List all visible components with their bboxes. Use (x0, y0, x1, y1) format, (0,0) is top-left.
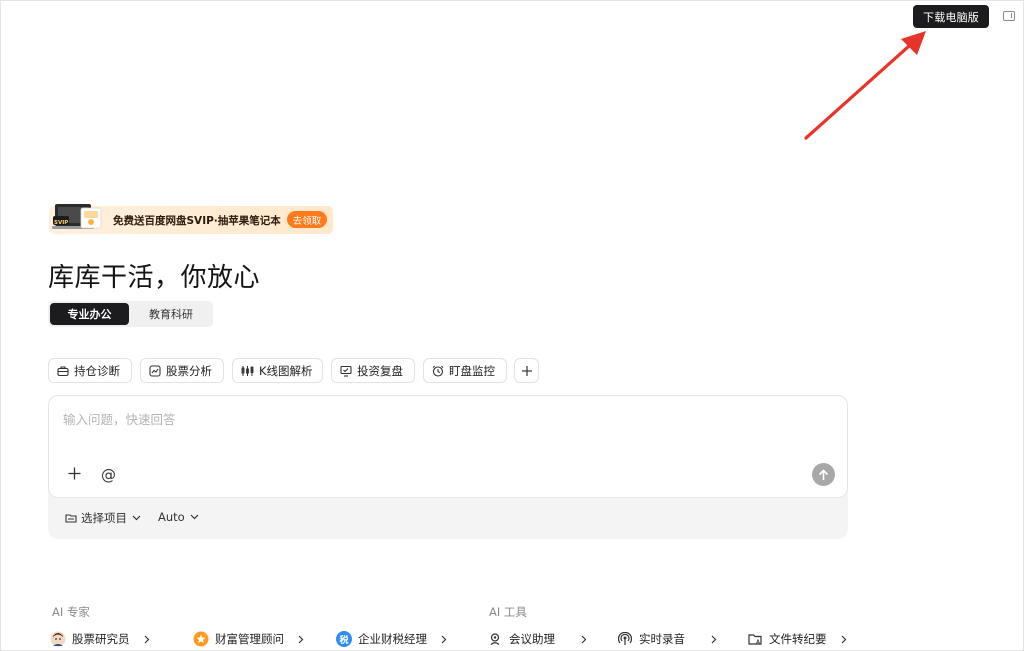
chip-stock-analysis[interactable]: 股票分析 (140, 358, 224, 383)
download-desktop-button[interactable]: 下载电脑版 (913, 5, 989, 28)
select-project-label: 选择项目 (81, 511, 127, 525)
model-select-dropdown[interactable]: Auto (158, 510, 199, 524)
chevron-right-icon (581, 635, 587, 643)
project-icon (65, 514, 77, 523)
page-title: 库库干活，你放心 (48, 263, 261, 293)
red-arrow-annotation (804, 31, 926, 140)
chevron-down-icon (190, 514, 199, 520)
chip-label: K线图解析 (259, 363, 313, 378)
chip-market-monitor[interactable]: 盯盘监控 (423, 358, 507, 383)
mention-at-icon[interactable]: @ (101, 466, 116, 484)
chevron-right-icon (441, 635, 447, 643)
tool-file-to-minutes[interactable]: A 文件转纪要 (747, 630, 847, 648)
chart-icon (149, 364, 161, 377)
chevron-right-icon (298, 635, 304, 643)
agent-label: 企业财税经理 (358, 632, 427, 646)
add-chip-button[interactable] (514, 358, 539, 383)
model-label: Auto (158, 510, 185, 524)
review-icon (340, 365, 352, 377)
candlestick-icon (241, 365, 254, 376)
app-window: 下载电脑版 SVIP 免费送百度网盘SVIP·抽苹果笔记本 去领取 库库干活，你… (0, 0, 1024, 651)
agent-label: 财富管理顾问 (215, 632, 284, 646)
chevron-right-icon (144, 635, 149, 643)
tax-manager-icon: 税 (336, 631, 352, 647)
attach-plus-icon[interactable] (68, 467, 81, 480)
meeting-assistant-icon (487, 631, 503, 647)
promo-banner[interactable]: SVIP 免费送百度网盘SVIP·抽苹果笔记本 去领取 (49, 204, 333, 234)
svg-text:A: A (756, 640, 760, 646)
plus-icon (521, 365, 532, 376)
agent-label: 股票研究员 (72, 632, 130, 646)
promo-text: 免费送百度网盘SVIP·抽苹果笔记本 (113, 215, 281, 227)
laptop-gift-icon (52, 204, 102, 229)
tool-label: 会议助理 (509, 632, 555, 646)
portfolio-icon (57, 365, 69, 376)
expert-wealth-advisor[interactable]: 财富管理顾问 (193, 630, 304, 648)
tool-label: 文件转纪要 (769, 632, 827, 646)
tab-education-research[interactable]: 教育科研 (131, 303, 211, 325)
ai-tools-label: AI 工具 (489, 605, 527, 619)
chip-label: 盯盘监控 (449, 363, 495, 378)
file-to-minutes-icon: A (747, 631, 763, 647)
chevron-right-icon (841, 635, 846, 643)
chip-label: 股票分析 (166, 363, 212, 378)
tool-realtime-recording[interactable]: 实时录音 (617, 630, 717, 648)
sidebar-toggle-icon[interactable] (1003, 11, 1015, 21)
mode-switch: 专业办公 教育科研 (48, 301, 213, 327)
alarm-icon (432, 365, 444, 377)
svip-badge: SVIP (54, 220, 69, 226)
chip-label: 投资复盘 (357, 363, 403, 378)
chip-label: 持仓诊断 (74, 363, 120, 378)
promo-claim-button[interactable]: 去领取 (287, 211, 327, 228)
researcher-avatar-icon (50, 631, 66, 647)
composer: 输入问题，快速回答 @ 选择项目 Auto (48, 395, 848, 539)
chip-portfolio-diagnosis[interactable]: 持仓诊断 (48, 358, 132, 383)
question-input[interactable]: 输入问题，快速回答 @ (48, 395, 848, 498)
tool-meeting-assistant[interactable]: 会议助理 (487, 630, 587, 648)
chip-kline-analysis[interactable]: K线图解析 (232, 358, 323, 383)
chevron-right-icon (711, 635, 717, 643)
input-placeholder: 输入问题，快速回答 (63, 412, 176, 427)
wealth-advisor-icon (193, 631, 209, 647)
arrow-up-icon (818, 468, 829, 480)
ai-experts-label: AI 专家 (52, 605, 90, 619)
expert-stock-researcher[interactable]: 股票研究员 (50, 630, 150, 648)
select-project-dropdown[interactable]: 选择项目 (65, 510, 141, 526)
tab-professional-office[interactable]: 专业办公 (50, 303, 129, 325)
tool-label: 实时录音 (639, 632, 685, 646)
expert-tax-manager[interactable]: 税 企业财税经理 (336, 630, 447, 648)
chevron-down-icon (132, 515, 141, 521)
send-button[interactable] (812, 463, 835, 486)
recording-icon (617, 631, 633, 647)
chip-investment-review[interactable]: 投资复盘 (331, 358, 415, 383)
